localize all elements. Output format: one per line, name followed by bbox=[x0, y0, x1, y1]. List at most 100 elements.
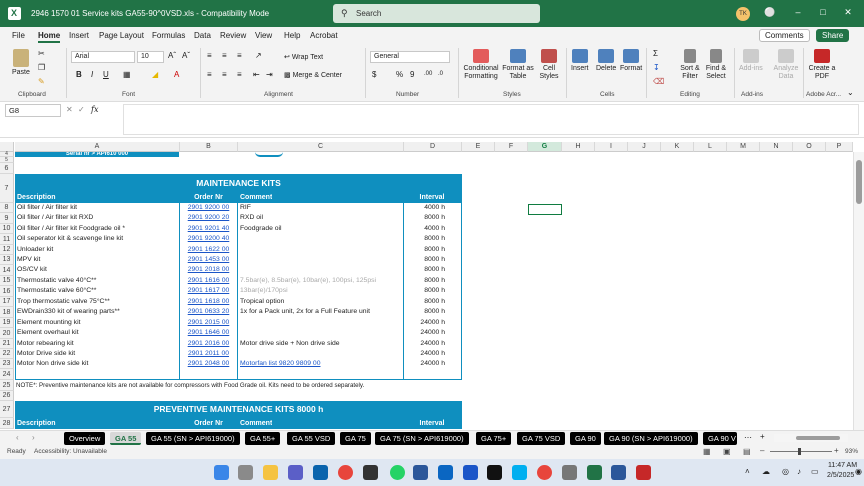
tab-file[interactable]: File bbox=[12, 31, 25, 40]
comma-style-icon[interactable]: 9 bbox=[410, 70, 414, 79]
align-bottom-icon[interactable]: ≡ bbox=[237, 51, 242, 60]
clock-date[interactable]: 2/5/2025 bbox=[827, 472, 854, 479]
column-header-d[interactable]: D bbox=[404, 142, 462, 152]
insert-cells-button[interactable]: Insert bbox=[571, 49, 589, 73]
excel-taskbar-icon[interactable] bbox=[587, 465, 602, 480]
analyze-data-button[interactable]: Analyze Data bbox=[772, 49, 800, 81]
increase-indent-icon[interactable]: ⇥ bbox=[266, 70, 273, 79]
merge-center-button[interactable]: ▩ Merge & Center bbox=[284, 71, 342, 79]
row-header-19[interactable]: 19 bbox=[0, 318, 14, 328]
font-name-select[interactable]: Arial bbox=[71, 51, 135, 63]
acrobat-taskbar-icon[interactable] bbox=[636, 465, 651, 480]
clear-icon[interactable]: ⌫ bbox=[653, 77, 664, 86]
horizontal-scrollbar[interactable] bbox=[774, 434, 848, 442]
sheet-tab[interactable]: GA 75 bbox=[340, 432, 371, 445]
decrease-indent-icon[interactable]: ⇤ bbox=[253, 70, 260, 79]
tiktok-icon[interactable] bbox=[487, 465, 502, 480]
row-header-7[interactable]: 7 bbox=[0, 174, 14, 203]
kit-comment[interactable]: Motorfan list 9820 9809 00 bbox=[240, 359, 400, 369]
row-header-27[interactable]: 27 bbox=[0, 401, 14, 418]
row-header-20[interactable]: 20 bbox=[0, 328, 14, 339]
underline-icon[interactable]: U bbox=[103, 70, 109, 79]
sheet-tab[interactable]: GA 55 VSD bbox=[287, 432, 336, 445]
tab-view[interactable]: View bbox=[255, 31, 272, 40]
whatsapp-icon[interactable] bbox=[390, 465, 405, 480]
copy-icon[interactable]: ❐ bbox=[38, 63, 45, 72]
row-header-11[interactable]: 11 bbox=[0, 234, 14, 245]
file-explorer-icon[interactable] bbox=[263, 465, 278, 480]
horizontal-scroll-thumb[interactable] bbox=[796, 436, 840, 440]
align-middle-icon[interactable]: ≡ bbox=[222, 51, 227, 60]
tray-chevron-icon[interactable]: ˄ bbox=[745, 467, 750, 476]
enter-icon[interactable]: ✓ bbox=[78, 105, 85, 114]
column-header-k[interactable]: K bbox=[661, 142, 694, 152]
create-pdf-button[interactable]: Create a PDF bbox=[808, 49, 836, 81]
row-header-13[interactable]: 13 bbox=[0, 255, 14, 265]
word-app-icon[interactable] bbox=[463, 465, 478, 480]
task-view-icon[interactable] bbox=[238, 465, 253, 480]
sheet-tab[interactable]: GA 75+ bbox=[476, 432, 512, 445]
shrink-font-icon[interactable]: Aˇ bbox=[182, 51, 190, 60]
row-header-17[interactable]: 17 bbox=[0, 297, 14, 307]
row-header-9[interactable]: 9 bbox=[0, 213, 14, 224]
store-icon[interactable] bbox=[413, 465, 428, 480]
row-header-21[interactable]: 21 bbox=[0, 339, 14, 349]
orientation-icon[interactable]: ↗ bbox=[255, 51, 262, 60]
fill-icon[interactable]: ↧ bbox=[653, 63, 660, 72]
sort-filter-button[interactable]: Sort & Filter bbox=[679, 49, 701, 81]
kit-order-nr[interactable]: 2901 9200 00 bbox=[180, 203, 237, 213]
column-header-g[interactable]: G bbox=[528, 142, 562, 152]
kit-order-nr[interactable]: 2901 0633 20 bbox=[180, 307, 237, 317]
font-color-icon[interactable]: A bbox=[174, 70, 179, 79]
increase-decimal-icon[interactable]: .00 bbox=[424, 71, 432, 77]
format-painter-icon[interactable]: ✎ bbox=[38, 77, 45, 86]
cut-icon[interactable]: ✂ bbox=[38, 49, 45, 58]
sheet-tab[interactable]: GA 90 bbox=[570, 432, 601, 445]
column-header-h[interactable]: H bbox=[562, 142, 595, 152]
kit-order-nr[interactable]: 2901 1617 00 bbox=[180, 286, 237, 296]
decrease-decimal-icon[interactable]: .0 bbox=[438, 71, 443, 77]
settings-icon[interactable] bbox=[562, 465, 577, 480]
italic-icon[interactable]: I bbox=[91, 70, 93, 79]
kit-order-nr[interactable]: 2901 2016 00 bbox=[180, 339, 237, 349]
row-header-22[interactable]: 22 bbox=[0, 349, 14, 359]
onedrive-icon[interactable]: ☁ bbox=[762, 467, 770, 476]
comments-button[interactable]: Comments bbox=[759, 29, 810, 42]
wifi-icon[interactable]: ◎ bbox=[782, 467, 789, 476]
skype-icon[interactable] bbox=[512, 465, 527, 480]
battery-icon[interactable]: ▭ bbox=[811, 467, 819, 476]
column-header-c[interactable]: C bbox=[238, 142, 404, 152]
addins-button[interactable]: Add-ins bbox=[739, 49, 763, 73]
tab-insert[interactable]: Insert bbox=[69, 31, 89, 40]
tab-review[interactable]: Review bbox=[220, 31, 246, 40]
linkedin-icon[interactable] bbox=[438, 465, 453, 480]
format-cells-button[interactable]: Format bbox=[620, 49, 642, 73]
row-header-16[interactable]: 16 bbox=[0, 286, 14, 297]
delete-cells-button[interactable]: Delete bbox=[596, 49, 616, 73]
column-header-a[interactable]: A bbox=[15, 142, 180, 152]
row-header-26[interactable]: 26 bbox=[0, 391, 14, 401]
accounting-format-icon[interactable]: $ bbox=[372, 70, 376, 79]
percent-icon[interactable]: % bbox=[396, 70, 403, 79]
page-layout-view-icon[interactable]: ▣ bbox=[723, 447, 731, 456]
kit-order-nr[interactable]: 2901 9200 40 bbox=[180, 234, 237, 244]
zoom-out-icon[interactable]: – bbox=[760, 446, 764, 455]
name-box[interactable]: G8 bbox=[5, 104, 61, 117]
sheet-tab[interactable]: GA 90 V bbox=[703, 432, 737, 445]
tab-data[interactable]: Data bbox=[194, 31, 211, 40]
notification-icon[interactable]: ◉ bbox=[855, 467, 862, 476]
column-header-j[interactable]: J bbox=[628, 142, 661, 152]
row-header-18[interactable]: 18 bbox=[0, 307, 14, 318]
kit-order-nr[interactable]: 2901 2048 00 bbox=[180, 359, 237, 369]
tab-acrobat[interactable]: Acrobat bbox=[310, 31, 338, 40]
row-header-12[interactable]: 12 bbox=[0, 245, 14, 255]
sheet-tab[interactable]: GA 90 (SN > API619000) bbox=[604, 432, 698, 445]
sheet-tab[interactable]: Overview bbox=[64, 432, 106, 445]
row-header-25[interactable]: 25 bbox=[0, 380, 14, 391]
kit-order-nr[interactable]: 2901 1622 00 bbox=[180, 245, 237, 255]
share-button[interactable]: Share bbox=[816, 29, 850, 42]
vertical-scrollbar[interactable] bbox=[853, 152, 864, 430]
row-header-24[interactable]: 24 bbox=[0, 369, 14, 380]
kit-order-nr[interactable]: 2901 1618 00 bbox=[180, 297, 237, 307]
word-taskbar-icon[interactable] bbox=[611, 465, 626, 480]
